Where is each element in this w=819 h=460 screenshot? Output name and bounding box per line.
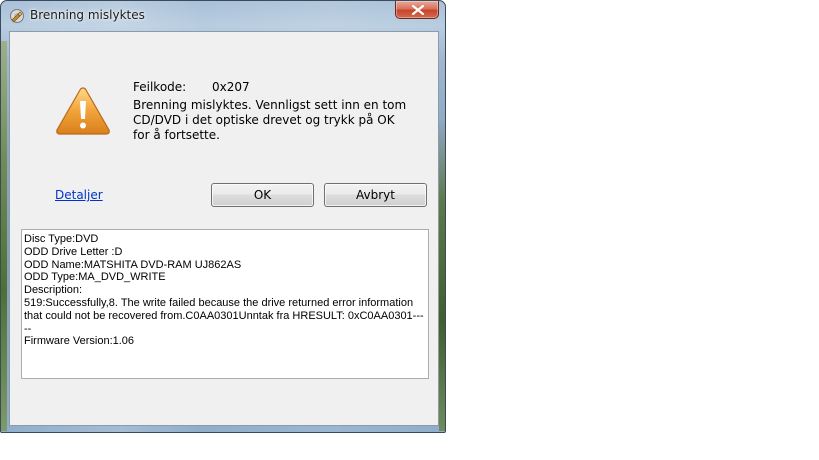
details-line-odd-name: ODD Name:MATSHITA DVD-RAM UJ862AS [24,258,242,271]
close-icon [411,5,425,15]
app-icon [9,8,25,24]
dialog-window: Brenning mislyktes Feilkode: 0x207 Brenn… [0,0,446,433]
error-code-value: 0x207 [212,80,250,94]
cancel-button[interactable]: Avbryt [324,183,427,207]
right-border-strip [439,121,445,431]
warning-icon [55,86,111,136]
details-line-drive-letter: ODD Drive Letter :D [24,245,123,258]
dialog-client-area: Feilkode: 0x207 Brenning mislyktes. Venn… [9,31,439,426]
left-border-strip [1,41,7,431]
error-message: Brenning mislyktes. Vennligst sett inn e… [133,98,407,142]
close-button[interactable] [395,1,439,19]
error-code-label: Feilkode: [133,80,187,94]
details-line-disc-type: Disc Type:DVD [24,233,99,245]
title-bar[interactable]: Brenning mislyktes [1,1,445,31]
details-line-firmware: Firmware Version:1.06 [24,335,135,348]
details-textbox[interactable]: Disc Type:DVD ODD Drive Letter :D ODD Na… [21,229,429,379]
details-line-odd-type: ODD Type:MA_DVD_WRITE [24,271,166,284]
details-line-description: 519:Successfully,8. The write failed bec… [24,296,424,335]
details-link[interactable]: Detaljer [55,188,103,202]
ok-button[interactable]: OK [211,183,314,207]
window-title: Brenning mislyktes [30,8,145,22]
details-line-description-label: Description: [24,284,83,297]
